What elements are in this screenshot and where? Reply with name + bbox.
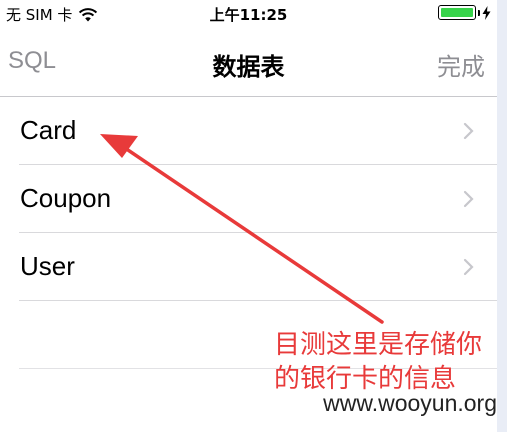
battery-group <box>438 5 491 20</box>
table-row-label: Card <box>20 115 77 145</box>
table-row-label: User <box>20 251 75 281</box>
watermark: www.wooyun.org <box>323 390 497 416</box>
table-row-coupon[interactable]: Coupon <box>0 165 497 233</box>
battery-icon <box>438 5 476 20</box>
status-time: 上午11:25 <box>209 6 288 24</box>
nav-bar: SQL 数据表 完成 <box>0 28 497 97</box>
chevron-right-icon <box>463 122 474 140</box>
chevron-right-icon <box>463 190 474 208</box>
table-row-label: Coupon <box>20 183 112 213</box>
app-screen: 无 SIM 卡 上午11:25 SQL 数据表 完成 Card Coupon U… <box>0 0 507 432</box>
annotation-note: 目测这里是存储你 的银行卡的信息 <box>274 328 507 396</box>
chevron-right-icon <box>463 258 474 276</box>
battery-level <box>441 8 473 17</box>
battery-tip <box>478 9 480 16</box>
table-row-card[interactable]: Card <box>0 97 497 165</box>
table-row-user[interactable]: User <box>0 233 497 301</box>
page-title: 数据表 <box>212 53 285 81</box>
done-button[interactable]: 完成 <box>437 47 485 82</box>
bolt-icon <box>482 5 491 20</box>
status-bar: 无 SIM 卡 上午11:25 <box>0 0 497 28</box>
annotation-line-1: 目测这里是存储你 <box>274 330 483 360</box>
